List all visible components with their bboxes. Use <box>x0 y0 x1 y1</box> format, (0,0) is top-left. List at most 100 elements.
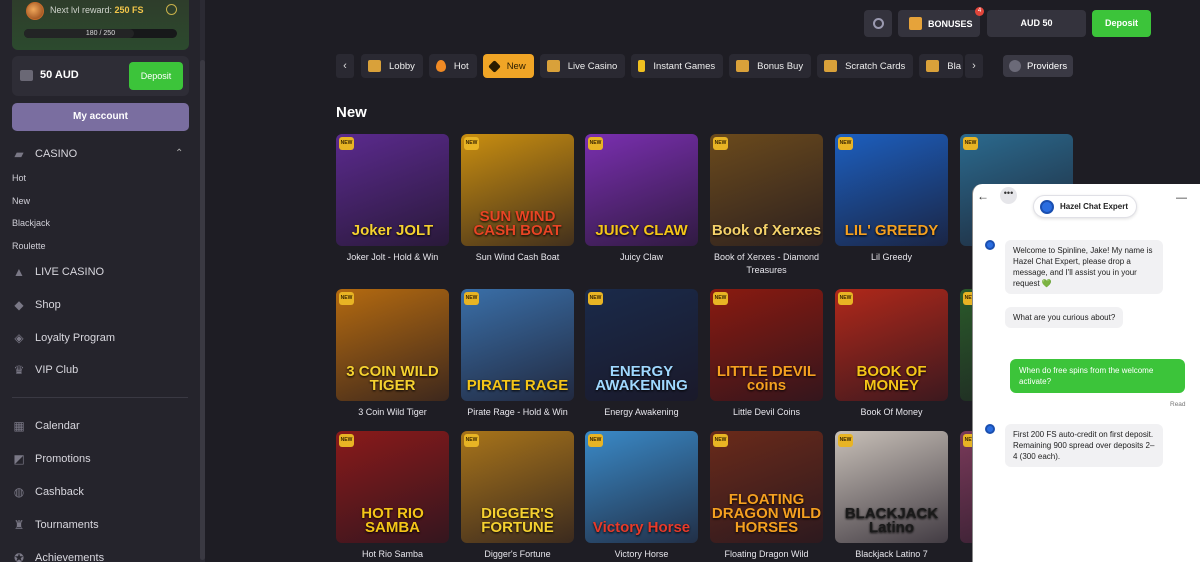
sidebar-subitem-hot[interactable]: Hot <box>12 173 26 183</box>
game-title[interactable]: Lil Greedy <box>835 251 948 264</box>
new-badge: NEW <box>713 137 728 150</box>
sidebar-deposit-button[interactable]: Deposit <box>129 62 183 90</box>
providers-button[interactable]: Providers <box>1003 55 1073 77</box>
tab-lobby[interactable]: Lobby <box>361 54 423 78</box>
game-card[interactable]: NEW DIGGER'S FORTUNE <box>461 431 574 543</box>
sidebar-item-live-casino[interactable]: ▲ LIVE CASINO <box>12 263 104 281</box>
game-title[interactable]: Book Of Money <box>835 406 948 419</box>
calendar-icon: ▦ <box>13 419 25 433</box>
sidebar-scrollbar[interactable] <box>200 0 205 562</box>
game-title[interactable]: 3 Coin Wild Tiger <box>336 406 449 419</box>
sidebar-item-label: LIVE CASINO <box>35 266 105 278</box>
game-title[interactable]: Hot Rio Samba <box>336 548 449 561</box>
game-card[interactable]: NEW PIRATE RAGE <box>461 289 574 401</box>
sidebar-subitem-new[interactable]: New <box>12 196 30 206</box>
sidebar-item-label: CASINO <box>35 148 78 160</box>
sidebar-subitem-blackjack[interactable]: Blackjack <box>12 218 50 228</box>
tab-bonus-buy[interactable]: Bonus Buy <box>729 54 812 78</box>
game-card[interactable]: NEW 3 COIN WILD TIGER <box>336 289 449 401</box>
game-title[interactable]: Blackjack Latino 7 <box>835 548 948 561</box>
sidebar-item-casino[interactable]: ▰ CASINO <box>12 145 77 163</box>
lightning-icon <box>638 60 646 72</box>
sidebar-item-label: Achievements <box>35 552 105 562</box>
bonuses-button[interactable]: BONUSES <box>898 10 980 37</box>
casino-icon: ▰ <box>14 147 24 161</box>
sidebar-item-label: Shop <box>35 299 61 311</box>
sidebar-item-vip[interactable]: ♛ VIP Club <box>12 361 79 379</box>
reward-progress-bar: 180 / 250 <box>24 29 177 38</box>
tab-live-casino[interactable]: Live Casino <box>539 54 626 78</box>
chat-message-welcome: Welcome to Spinline, Jake! My name is Ha… <box>1005 240 1163 294</box>
tab-instant-games[interactable]: Instant Games <box>631 54 724 78</box>
sidebar-item-tournaments[interactable]: ♜ Tournaments <box>12 516 99 534</box>
scrollbar-thumb[interactable] <box>200 60 205 560</box>
agent-avatar <box>1040 199 1054 214</box>
game-art-title: DIGGER'S FORTUNE <box>481 505 554 536</box>
balance-button[interactable]: AUD 50 <box>987 10 1086 37</box>
fire-icon <box>435 60 446 72</box>
game-card[interactable]: NEW Joker JOLT <box>336 134 449 246</box>
game-title[interactable]: Digger's Fortune <box>461 548 574 561</box>
tab-hot[interactable]: Hot <box>428 54 477 78</box>
tab-new[interactable]: New <box>482 54 534 78</box>
sidebar-item-cashback[interactable]: ◍ Cashback <box>12 483 84 501</box>
chevron-up-icon[interactable]: ⌃ <box>175 148 183 159</box>
game-card[interactable]: NEW BLACKJACK Latino <box>835 431 948 543</box>
game-title[interactable]: Joker Jolt - Hold & Win <box>336 251 449 264</box>
back-arrow-icon[interactable]: ← <box>977 189 989 203</box>
game-title[interactable]: Victory Horse <box>585 548 698 561</box>
deposit-button[interactable]: Deposit <box>1092 10 1151 37</box>
more-options-icon[interactable]: ••• <box>1000 187 1017 204</box>
loyalty-icon: ◈ <box>14 331 24 345</box>
game-art-title: ENERGY AWAKENING <box>595 363 688 394</box>
chevron-left-icon[interactable]: ‹ <box>336 54 354 78</box>
tab-blackjack[interactable]: Bla <box>919 54 963 78</box>
sidebar-item-promotions[interactable]: ◩ Promotions <box>12 450 90 468</box>
tab-label: Live Casino <box>567 60 618 72</box>
bonus-buy-icon <box>736 60 750 72</box>
game-card[interactable]: NEW Victory Horse <box>585 431 698 543</box>
chevron-right-icon[interactable]: › <box>965 54 983 78</box>
game-title[interactable]: Floating Dragon Wild <box>710 548 823 561</box>
game-card[interactable]: NEW ENERGY AWAKENING <box>585 289 698 401</box>
promotions-icon: ◩ <box>13 452 25 466</box>
tab-scratch-cards[interactable]: Scratch Cards <box>817 54 914 78</box>
read-receipt: Read <box>1170 401 1186 408</box>
sidebar-item-achievements[interactable]: ✪ Achievements <box>12 549 104 562</box>
game-title[interactable]: Sun Wind Cash Boat <box>461 251 574 264</box>
game-card[interactable]: NEW FLOATING DRAGON WILD HORSES <box>710 431 823 543</box>
game-title[interactable]: Energy Awakening <box>585 406 698 419</box>
wallet-icon <box>20 70 33 81</box>
game-card[interactable]: NEW BOOK OF MONEY <box>835 289 948 401</box>
new-badge: NEW <box>838 137 853 150</box>
my-account-button[interactable]: My account <box>12 103 189 131</box>
cashback-icon: ◍ <box>13 485 25 499</box>
reward-card[interactable]: Next lvl reward: 250 FS 180 / 250 <box>12 0 189 50</box>
new-badge: NEW <box>588 137 603 150</box>
new-badge: NEW <box>464 137 479 150</box>
game-card[interactable]: NEW JUICY CLAW <box>585 134 698 246</box>
game-card[interactable]: NEW LITTLE DEVIL coins <box>710 289 823 401</box>
new-badge: NEW <box>464 292 479 305</box>
achievements-icon: ✪ <box>13 551 25 562</box>
game-title[interactable]: Juicy Claw <box>585 251 698 264</box>
minimize-icon[interactable]: — <box>1176 192 1190 206</box>
sidebar-item-shop[interactable]: ◆ Shop <box>12 296 61 314</box>
game-card[interactable]: NEW HOT RIO SAMBA <box>336 431 449 543</box>
search-button[interactable] <box>864 10 892 37</box>
game-art-title: BLACKJACK Latino <box>844 505 939 536</box>
game-card[interactable]: NEW SUN WIND CASH BOAT <box>461 134 574 246</box>
sidebar-item-calendar[interactable]: ▦ Calendar <box>12 417 79 435</box>
sidebar-subitem-roulette[interactable]: Roulette <box>12 241 46 251</box>
game-title[interactable]: Pirate Rage - Hold & Win <box>461 406 574 419</box>
sidebar-item-loyalty[interactable]: ◈ Loyalty Program <box>12 329 115 347</box>
game-card[interactable]: NEW LIL' GREEDY <box>835 134 948 246</box>
coin-icon <box>26 2 44 20</box>
game-card[interactable]: NEW Book of Xerxes <box>710 134 823 246</box>
agent-avatar <box>985 424 995 434</box>
game-title[interactable]: Book of Xerxes - Diamond Treasures <box>710 251 823 277</box>
new-badge: NEW <box>339 434 354 447</box>
game-art-title: 3 COIN WILD TIGER <box>346 363 439 394</box>
game-title[interactable]: Little Devil Coins <box>710 406 823 419</box>
sidebar-item-label: Tournaments <box>35 519 99 531</box>
